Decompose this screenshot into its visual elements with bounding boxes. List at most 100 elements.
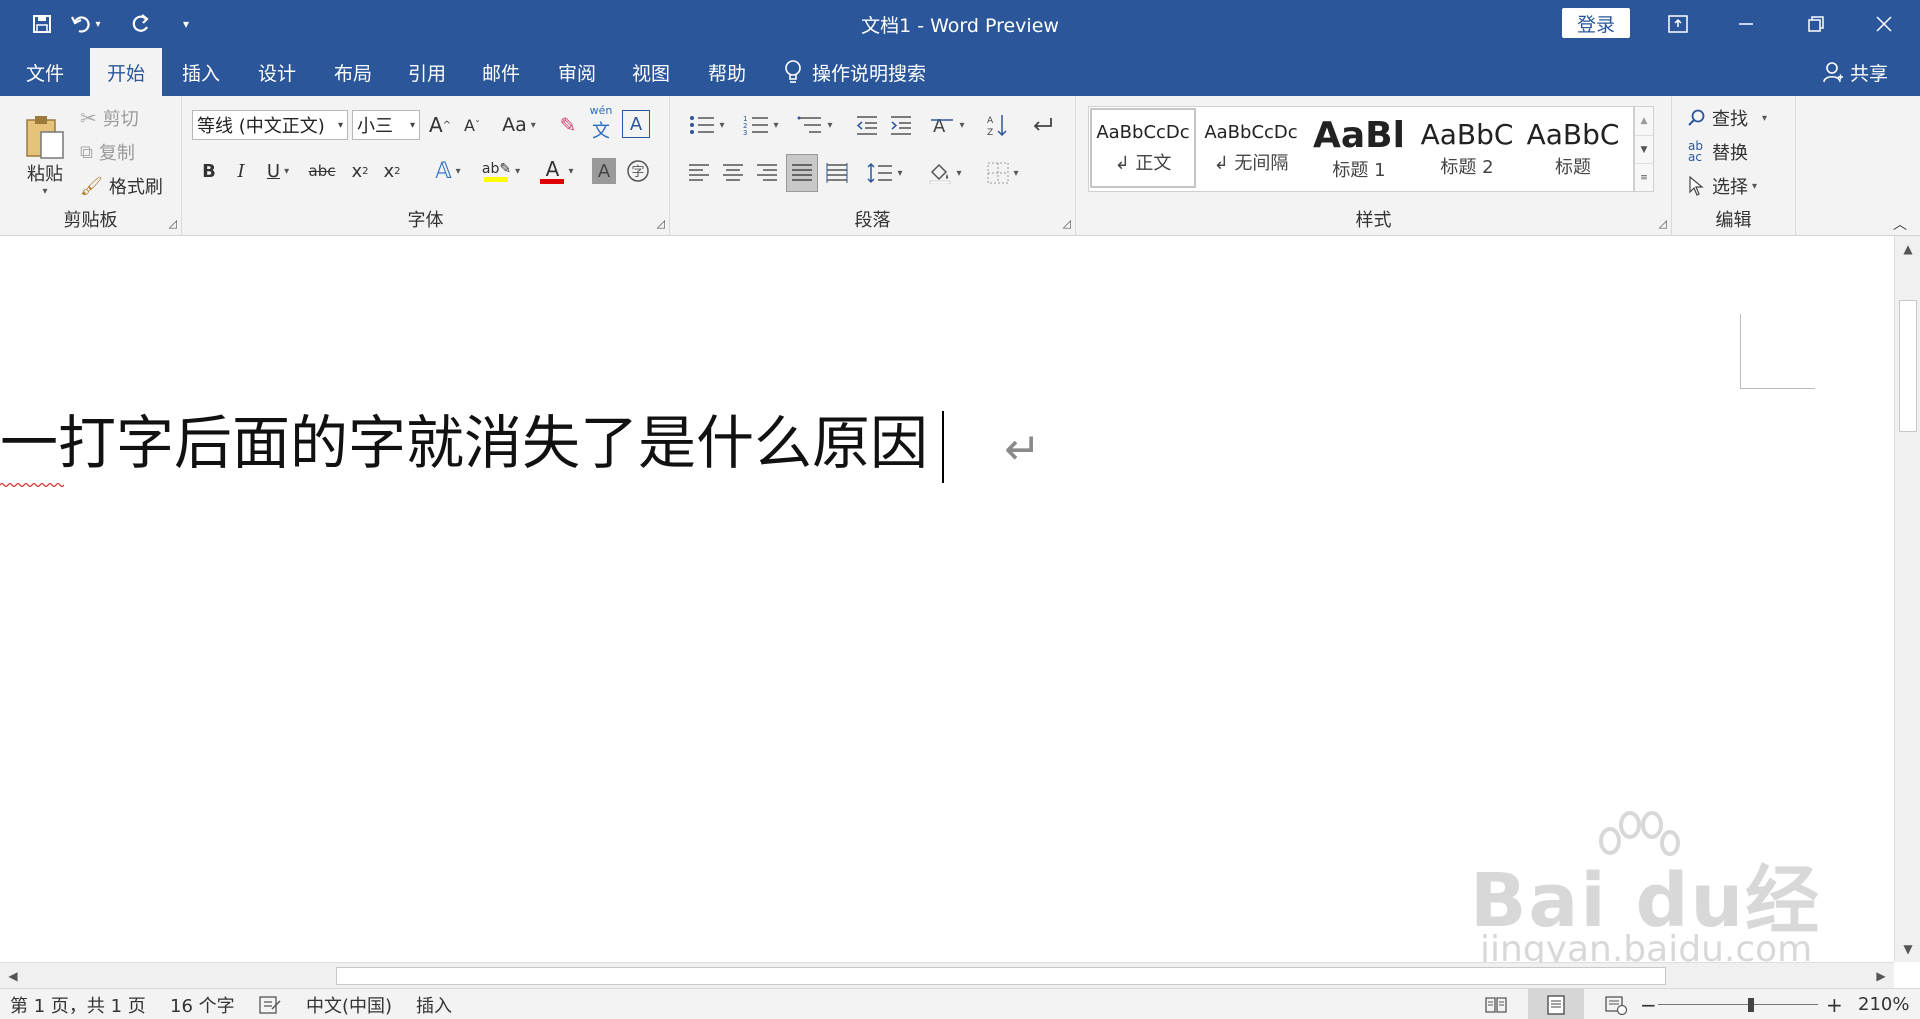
style-no-spacing[interactable]: AaBbCcDc ↲ 无间隔	[1198, 108, 1304, 188]
zoom-slider-thumb[interactable]	[1747, 998, 1754, 1012]
grow-font-button[interactable]: A ^	[426, 110, 454, 140]
horizontal-scrollbar[interactable]: ◀ ▶	[0, 962, 1894, 988]
font-name-dropdown-icon[interactable]: ▾	[338, 120, 343, 131]
tab-file[interactable]: 文件	[10, 48, 80, 96]
styles-scroll-down-icon[interactable]: ▼	[1635, 135, 1653, 163]
web-layout-icon[interactable]	[1604, 989, 1628, 1019]
tab-layout[interactable]: 布局	[318, 48, 388, 96]
zoom-out-icon[interactable]: −	[1640, 989, 1657, 1019]
italic-button[interactable]: I	[228, 156, 254, 186]
print-layout-icon[interactable]	[1528, 989, 1584, 1019]
style-heading-2[interactable]: AaBbC 标题 2	[1414, 108, 1520, 188]
insert-mode[interactable]: 插入	[416, 989, 452, 1019]
line-spacing-button[interactable]: ▾	[860, 156, 910, 190]
word-count[interactable]: 16 个字	[170, 989, 235, 1019]
phonetic-guide-icon[interactable]: wén 文	[586, 104, 616, 142]
collapse-ribbon-icon[interactable]: ︿	[1888, 214, 1912, 234]
paragraph-launcher-icon[interactable]: ◿	[1063, 217, 1071, 230]
language-indicator[interactable]: 中文(中国)	[306, 989, 392, 1019]
style-title[interactable]: AaBbC 标题	[1520, 108, 1626, 188]
justify-icon[interactable]	[786, 154, 818, 192]
zoom-in-icon[interactable]: +	[1826, 989, 1843, 1019]
numbering-button[interactable]: 1 2 3 ▾	[736, 108, 786, 142]
shading-button[interactable]: ▾	[920, 156, 970, 190]
select-button[interactable]: 选择 ▾	[1688, 172, 1757, 200]
share-button[interactable]: 共享	[1822, 48, 1888, 96]
scroll-up-icon[interactable]: ▲	[1897, 238, 1919, 260]
strikethrough-button[interactable]: abc	[304, 156, 340, 186]
zoom-level[interactable]: 210%	[1858, 989, 1909, 1019]
font-color-button[interactable]: A ▾	[534, 154, 580, 188]
tab-view[interactable]: 视图	[616, 48, 686, 96]
font-size-combo[interactable]: 小三 ▾	[352, 110, 420, 140]
align-center-icon[interactable]	[718, 156, 748, 190]
bold-button[interactable]: B	[196, 156, 222, 186]
find-dropdown-icon[interactable]: ▾	[1762, 113, 1767, 124]
proofing-icon[interactable]	[258, 989, 282, 1019]
font-size-dropdown-icon[interactable]: ▾	[410, 120, 415, 131]
close-icon[interactable]	[1854, 0, 1914, 48]
styles-more-icon[interactable]: ≡	[1635, 163, 1653, 191]
underline-button[interactable]: U ▾	[258, 156, 298, 186]
chinese-layout-button[interactable]: A ▾	[924, 108, 970, 142]
scroll-right-icon[interactable]: ▶	[1870, 965, 1892, 987]
bullets-button[interactable]: ▾	[682, 108, 732, 142]
tab-insert[interactable]: 插入	[166, 48, 236, 96]
superscript-button[interactable]: x2	[378, 156, 406, 186]
align-left-icon[interactable]	[684, 156, 714, 190]
character-border-icon[interactable]: A	[622, 110, 650, 138]
style-heading-1[interactable]: AaBl 标题 1	[1306, 108, 1412, 188]
enclose-characters-icon[interactable]: 字	[624, 156, 652, 186]
tab-references[interactable]: 引用	[392, 48, 462, 96]
tab-help[interactable]: 帮助	[692, 48, 762, 96]
login-button[interactable]: 登录	[1562, 8, 1630, 38]
font-launcher-icon[interactable]: ◿	[657, 217, 665, 230]
highlight-button[interactable]: ab✎ ▾	[478, 154, 524, 188]
shrink-font-button[interactable]: Aˇ	[458, 110, 486, 140]
copy-button[interactable]: ⧉ 复制	[80, 138, 135, 166]
vertical-scroll-thumb[interactable]	[1899, 300, 1917, 432]
clear-formatting-icon[interactable]: ✎	[554, 110, 582, 140]
increase-indent-icon[interactable]	[886, 108, 916, 142]
minimize-icon[interactable]	[1716, 0, 1776, 48]
borders-button[interactable]: ▾	[978, 156, 1028, 190]
ribbon-display-options-icon[interactable]	[1648, 0, 1708, 48]
distributed-icon[interactable]	[822, 156, 852, 190]
replace-button[interactable]: ab ac 替换	[1688, 138, 1748, 166]
align-right-icon[interactable]	[752, 156, 782, 190]
decrease-indent-icon[interactable]	[852, 108, 882, 142]
zoom-slider[interactable]	[1658, 1004, 1818, 1005]
sort-icon[interactable]: AZ	[982, 108, 1012, 142]
document-paragraph[interactable]: 一打字后面的字就消失了是什么原因	[0, 414, 928, 472]
document-canvas[interactable]: 一打字后面的字就消失了是什么原因 ↵ Bai du经验 jingyan.baid…	[0, 236, 1894, 962]
tell-me-search[interactable]: 操作说明搜索	[784, 48, 926, 96]
styles-launcher-icon[interactable]: ◿	[1659, 217, 1667, 230]
page-count[interactable]: 第 1 页，共 1 页	[10, 989, 146, 1019]
tab-review[interactable]: 审阅	[542, 48, 612, 96]
horizontal-scroll-thumb[interactable]	[336, 967, 1666, 985]
scroll-left-icon[interactable]: ◀	[2, 965, 24, 987]
font-name-combo[interactable]: 等线 (中文正文) ▾	[192, 110, 348, 140]
change-case-button[interactable]: Aa ▾	[496, 110, 542, 140]
read-mode-icon[interactable]	[1484, 989, 1508, 1019]
scroll-down-icon[interactable]: ▼	[1897, 938, 1919, 960]
show-hide-marks-icon[interactable]	[1026, 108, 1056, 142]
restore-icon[interactable]	[1786, 0, 1846, 48]
find-button[interactable]: 查找 ▾	[1688, 104, 1767, 132]
style-normal[interactable]: AaBbCcDc ↲ 正文	[1090, 108, 1196, 188]
paste-dropdown-icon[interactable]: ▾	[42, 186, 47, 197]
character-shading-icon[interactable]: A	[592, 158, 616, 184]
paste-button[interactable]: 粘贴 ▾	[14, 104, 76, 204]
clipboard-launcher-icon[interactable]: ◿	[169, 217, 177, 230]
vertical-scrollbar[interactable]: ▲ ▼	[1894, 236, 1920, 962]
subscript-button[interactable]: x2	[346, 156, 374, 186]
format-painter-button[interactable]: 🖌 格式刷	[80, 172, 163, 200]
text-effects-button[interactable]: 𝔸 ▾	[426, 156, 470, 186]
cut-button[interactable]: ✂ 剪切	[80, 104, 139, 132]
multilevel-list-button[interactable]: ▾	[790, 108, 840, 142]
tab-home[interactable]: 开始	[90, 48, 162, 96]
styles-scroll-up-icon[interactable]: ▲	[1635, 107, 1653, 135]
tab-mailings[interactable]: 邮件	[466, 48, 536, 96]
tab-design[interactable]: 设计	[242, 48, 312, 96]
select-dropdown-icon[interactable]: ▾	[1752, 181, 1757, 192]
